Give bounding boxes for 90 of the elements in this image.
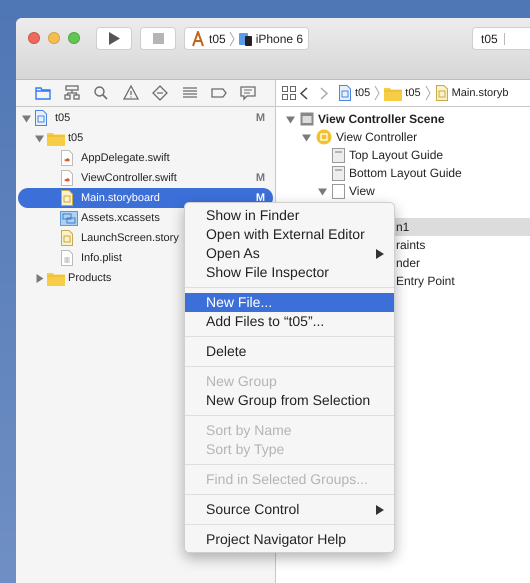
menu-item[interactable]: Project Navigator Help bbox=[185, 530, 394, 549]
menu-item[interactable]: Delete bbox=[185, 342, 394, 361]
diamond-icon bbox=[151, 84, 170, 102]
file-name: t05 bbox=[55, 110, 70, 126]
file-name: LaunchScreen.story bbox=[81, 230, 179, 246]
controller-icon bbox=[316, 129, 332, 145]
outline-row[interactable]: View Controller bbox=[276, 128, 530, 146]
file-name: Main.storyboard bbox=[81, 190, 160, 206]
disclosure-triangle-icon[interactable] bbox=[318, 186, 327, 196]
search-icon bbox=[92, 84, 110, 102]
disclosure-triangle-icon[interactable] bbox=[35, 134, 44, 142]
menu-item[interactable]: Add Files to “t05”... bbox=[185, 312, 394, 331]
submenu-arrow-icon bbox=[376, 504, 384, 514]
layout-guide-icon bbox=[332, 148, 345, 162]
file-name: Info.plist bbox=[81, 250, 122, 266]
outline-label: Top Layout Guide bbox=[349, 147, 444, 164]
file-name: Products bbox=[68, 270, 112, 286]
play-icon bbox=[108, 32, 120, 45]
outline-row[interactable]: View Controller Scene bbox=[276, 110, 530, 128]
scene-icon bbox=[300, 112, 314, 126]
navigator-tab[interactable] bbox=[92, 84, 110, 102]
assets-folder-icon bbox=[60, 210, 78, 226]
storyboard-file-icon bbox=[60, 230, 74, 246]
chevron-icon bbox=[228, 30, 235, 46]
tree-row[interactable]: Main.storyboard M bbox=[18, 188, 273, 208]
outline-label: nder bbox=[396, 255, 420, 272]
folder-icon bbox=[384, 86, 402, 100]
menu-item[interactable]: Show File Inspector bbox=[185, 263, 394, 282]
menu-item[interactable]: New Group from Selection bbox=[185, 391, 394, 410]
disclosure-triangle-icon[interactable] bbox=[35, 274, 44, 282]
outline-label: View Controller Scene bbox=[318, 111, 444, 128]
menu-item[interactable]: New File... bbox=[185, 293, 394, 312]
path-item[interactable]: t05 bbox=[405, 84, 421, 102]
project-file-icon bbox=[34, 110, 48, 126]
tree-row[interactable]: t05 bbox=[18, 128, 273, 148]
storyboard-file-icon bbox=[434, 85, 449, 101]
status-label: M bbox=[256, 110, 265, 126]
status-label: M bbox=[256, 190, 265, 206]
close-button[interactable] bbox=[28, 32, 40, 44]
layout-guide-icon bbox=[332, 166, 345, 180]
outline-label: View bbox=[349, 183, 375, 200]
plist-file-icon bbox=[60, 250, 74, 266]
status-label: M bbox=[256, 170, 265, 186]
folder-icon bbox=[47, 270, 65, 286]
scheme-name: t05 bbox=[209, 30, 226, 48]
project-file-icon bbox=[338, 85, 352, 101]
outline-label: n1 bbox=[396, 219, 410, 236]
hierarchy-icon bbox=[63, 84, 82, 102]
file-name: t05 bbox=[68, 130, 84, 146]
device-name: iPhone 6 bbox=[256, 30, 304, 48]
path-item[interactable]: Main.storyb bbox=[452, 84, 508, 102]
swift-file-icon bbox=[60, 150, 74, 166]
folder-icon bbox=[47, 130, 65, 146]
zoom-button[interactable] bbox=[68, 32, 80, 44]
file-name: AppDelegate.swift bbox=[81, 150, 170, 166]
file-name: Assets.xcassets bbox=[81, 210, 160, 226]
device-icon bbox=[238, 32, 253, 46]
tree-row[interactable]: ViewController.swift M bbox=[18, 168, 273, 188]
outline-row[interactable]: Top Layout Guide bbox=[276, 146, 530, 164]
menu-item[interactable]: Source Control bbox=[185, 500, 394, 519]
outline-row[interactable]: Bottom Layout Guide bbox=[276, 164, 530, 182]
tree-row[interactable]: AppDelegate.swift bbox=[18, 148, 273, 168]
outline-label: raints bbox=[396, 237, 426, 254]
navigator-tab[interactable] bbox=[122, 84, 140, 102]
navigator-tab[interactable] bbox=[239, 84, 258, 102]
scheme-selector[interactable]: t05 iPhone 6 bbox=[184, 27, 310, 50]
navigator-tab[interactable] bbox=[151, 84, 170, 102]
storyboard-file-icon bbox=[60, 190, 74, 206]
run-button[interactable] bbox=[96, 27, 132, 50]
activity-text: t05 bbox=[481, 30, 498, 48]
swift-file-icon bbox=[60, 170, 74, 186]
stop-icon bbox=[152, 33, 164, 44]
chevron-icon bbox=[374, 85, 380, 101]
chevron-icon bbox=[424, 85, 431, 101]
menu-item[interactable]: Open As bbox=[185, 244, 394, 263]
outline-label: View Controller bbox=[336, 129, 418, 146]
path-item[interactable]: t05 bbox=[355, 84, 370, 102]
warning-icon bbox=[122, 84, 140, 102]
outline-label: Bottom Layout Guide bbox=[349, 165, 462, 182]
outline-row[interactable]: View bbox=[276, 182, 530, 200]
file-name: ViewController.swift bbox=[81, 170, 177, 186]
navigator-tab[interactable] bbox=[63, 84, 82, 102]
disclosure-triangle-icon[interactable] bbox=[22, 114, 31, 122]
tree-row[interactable]: t05 M bbox=[18, 108, 273, 128]
submenu-arrow-icon bbox=[376, 248, 384, 258]
view-icon bbox=[332, 184, 345, 198]
grid-icon[interactable] bbox=[282, 86, 296, 100]
back-icon[interactable] bbox=[300, 86, 308, 100]
speech-bubble-icon bbox=[239, 84, 258, 102]
forward-icon[interactable] bbox=[320, 86, 328, 100]
